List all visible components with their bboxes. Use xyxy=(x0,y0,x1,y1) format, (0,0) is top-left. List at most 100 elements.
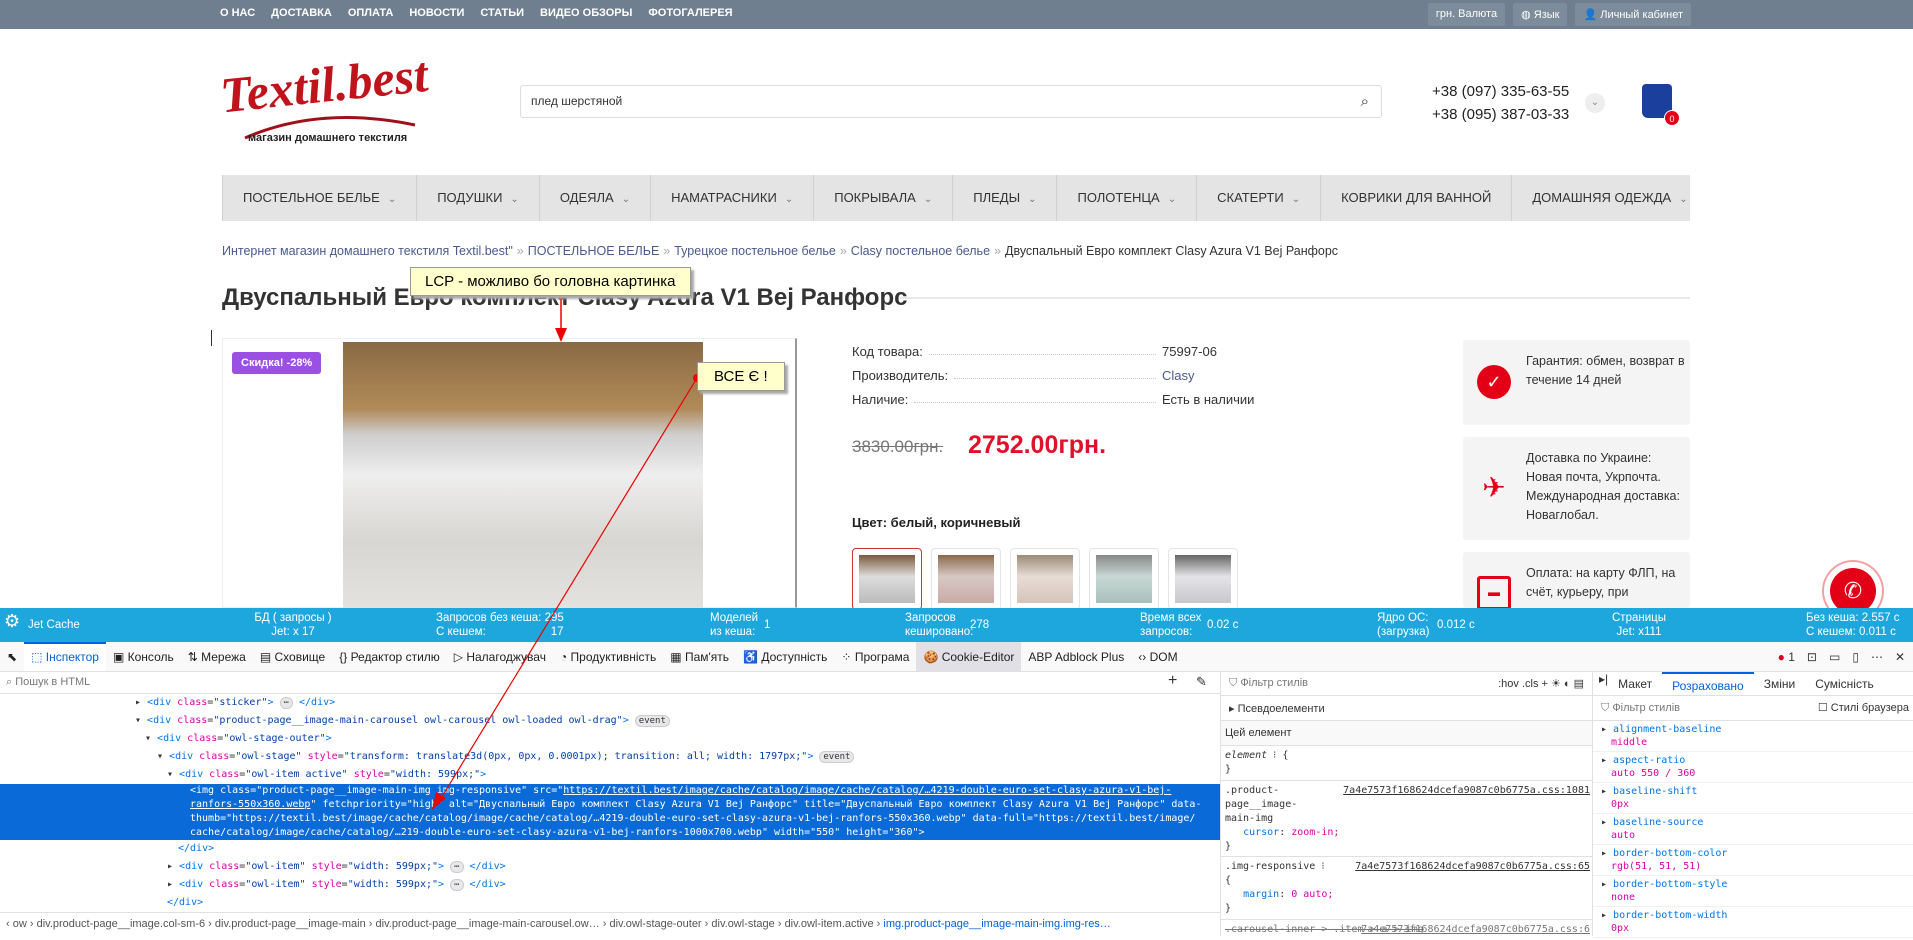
expand-icon[interactable]: ▸ xyxy=(1601,910,1613,921)
product-main-image[interactable] xyxy=(343,342,703,608)
breadcrumb-item[interactable]: Турецкое постельное белье xyxy=(674,244,836,258)
computed-tab[interactable]: Сумісність xyxy=(1805,672,1884,695)
node-crumb[interactable]: div.product-page__image-main xyxy=(215,918,366,930)
close-icon[interactable]: ✕ xyxy=(1895,650,1905,664)
tree-node[interactable]: </div> xyxy=(0,840,1220,858)
expand-icon[interactable]: ▸ xyxy=(1601,848,1613,859)
computed-property[interactable]: ▸ baseline-shift 0px xyxy=(1593,783,1913,814)
computed-tab[interactable]: Макет xyxy=(1608,672,1662,695)
search-icon[interactable]: ⌕ xyxy=(1361,93,1369,110)
expand-icon[interactable]: ▸ xyxy=(1601,755,1613,766)
tree-node[interactable]: ▸ <div class="owl-item" style="width: 59… xyxy=(0,858,1220,876)
node-crumb[interactable]: ow xyxy=(13,918,27,930)
color-thumb[interactable] xyxy=(1168,548,1238,610)
computed-property[interactable]: ▸ aspect-ratio auto 550 / 360 xyxy=(1593,752,1913,783)
tree-node-owl-stage[interactable]: ▾ <div class="owl-stage" style="transfor… xyxy=(0,748,1220,766)
node-crumb[interactable]: div.owl-item.active xyxy=(785,918,874,930)
nav-item[interactable]: ПОДУШКИ ⌄ xyxy=(416,175,539,221)
tab-storage[interactable]: ▤ Сховище xyxy=(253,642,332,671)
account-button[interactable]: 👤 Личный кабинет xyxy=(1575,3,1691,26)
tab-performance[interactable]: ◔ Продуктивність xyxy=(553,642,663,671)
nav-item[interactable]: ПЛЕДЫ ⌄ xyxy=(952,175,1056,221)
html-search-input[interactable]: ⌕ Пошук в HTML xyxy=(0,672,1220,694)
nav-item[interactable]: ДОМАШНЯЯ ОДЕЖДА ⌄ xyxy=(1511,175,1707,221)
breadcrumb-item[interactable]: ПОСТЕЛЬНОЕ БЕЛЬЕ xyxy=(528,244,660,258)
cart-icon[interactable]: 0 xyxy=(1642,84,1680,126)
maker-link[interactable]: Clasy xyxy=(1162,368,1272,383)
expand-icon[interactable]: ▸ xyxy=(1601,724,1613,735)
tab-debugger[interactable]: ▷ Налагоджувач xyxy=(447,642,553,671)
pick-element-icon[interactable]: ⬉ xyxy=(0,642,24,671)
tree-node[interactable]: ▸ <div class="owl-item" style="width: 59… xyxy=(0,876,1220,894)
responsive-icon[interactable]: ▯ xyxy=(1852,650,1859,664)
rule-overridden[interactable]: .carousel-inner > .item > a > img 7a4e757… xyxy=(1221,920,1592,940)
tab-style-editor[interactable]: {} Редактор стилю xyxy=(332,642,447,671)
topbar-link[interactable]: ВИДЕО ОБЗОРЫ xyxy=(540,7,632,19)
computed-property[interactable]: ▸ border-bottom-width 0px xyxy=(1593,907,1913,938)
scroll-left-icon[interactable]: ‹ xyxy=(6,918,13,930)
nav-item[interactable]: ПОКРЫВАЛА ⌄ xyxy=(813,175,952,221)
tree-node[interactable]: ▾ <div class="product-page__image-main-c… xyxy=(0,712,1220,730)
currency-button[interactable]: грн. Валюта xyxy=(1427,3,1506,26)
node-crumb[interactable]: div.product-page__image-main-carousel.ow… xyxy=(376,918,600,930)
screenshot-icon[interactable]: ⊡ xyxy=(1807,650,1817,664)
language-button[interactable]: ◍ Язык xyxy=(1513,3,1568,26)
expand-icon[interactable]: ▸ xyxy=(1601,879,1613,890)
topbar-link[interactable]: СТАТЬИ xyxy=(480,7,524,19)
nav-item[interactable]: ПОЛОТЕНЦА ⌄ xyxy=(1056,175,1196,221)
tab-accessibility[interactable]: ♿ Доступність xyxy=(736,642,834,671)
computed-tab[interactable]: Зміни xyxy=(1754,672,1806,695)
tab-memory[interactable]: ▦ Пам'ять xyxy=(663,642,736,671)
computed-property[interactable]: ▸ border-bottom-color rgb(51, 51, 51) xyxy=(1593,845,1913,876)
nav-item[interactable]: СКАТЕРТИ ⌄ xyxy=(1196,175,1320,221)
search-input[interactable]: плед шерстяной ⌕ xyxy=(520,85,1382,118)
expand-icon[interactable]: ▸ xyxy=(1601,786,1613,797)
expand-icon[interactable]: ▸ xyxy=(1601,817,1613,828)
tab-dom[interactable]: ‹› DOM xyxy=(1131,642,1184,671)
add-node-icon[interactable]: + xyxy=(1168,672,1177,690)
node-crumb[interactable]: div.product-page__image.col-sm-6 xyxy=(37,918,206,930)
color-thumb[interactable] xyxy=(1089,548,1159,610)
node-crumb[interactable]: div.owl-stage-outer xyxy=(609,918,701,930)
color-thumb[interactable] xyxy=(931,548,1001,610)
nav-item[interactable]: КОВРИКИ ДЛЯ ВАННОЙ xyxy=(1320,175,1511,221)
rule-element[interactable]: element ⁝ {} xyxy=(1221,746,1592,781)
selected-node[interactable]: <img class="product-page__image-main-img… xyxy=(0,784,1220,840)
node-crumb[interactable]: div.owl-stage xyxy=(711,918,774,930)
color-thumb[interactable] xyxy=(852,548,922,610)
topbar-link[interactable]: ОПЛАТА xyxy=(348,7,394,19)
topbar-link[interactable]: ФОТОГАЛЕРЕЯ xyxy=(648,7,732,19)
tab-inspector[interactable]: ⬚ Інспектор xyxy=(24,642,106,671)
browser-styles-checkbox[interactable]: ☐ Стилі браузера xyxy=(1818,701,1909,714)
tab-cookie-editor[interactable]: 🍪 Cookie-Editor xyxy=(916,642,1022,671)
nav-item[interactable]: ОДЕЯЛА ⌄ xyxy=(538,175,650,221)
computed-property[interactable]: ▸ alignment-baseline middle xyxy=(1593,721,1913,752)
rule[interactable]: .img-responsive ⁝ 7a4e7573f168624dcefa908… xyxy=(1221,857,1592,920)
color-thumb[interactable] xyxy=(1010,548,1080,610)
nav-item[interactable]: НАМАТРАСНИКИ ⌄ xyxy=(650,175,813,221)
chevron-down-icon[interactable]: ⌄ xyxy=(1585,93,1605,113)
eyedropper-icon[interactable]: ✎ xyxy=(1196,674,1207,690)
tree-node[interactable]: </div> xyxy=(0,894,1220,912)
tree-node[interactable]: ▸ <div class="sticker"> ⋯ </div> xyxy=(0,694,1220,712)
error-count[interactable]: ● 1 xyxy=(1778,650,1795,664)
tab-console[interactable]: ▣ Консоль xyxy=(106,642,181,671)
tree-node[interactable]: ▾ <div class="owl-stage-outer"> xyxy=(0,730,1220,748)
rule[interactable]: .product-page__image-main-img 7a4e7573f16… xyxy=(1221,781,1592,857)
computed-filter[interactable]: ⛉ Фільтр стилів ☐ Стилі браузера xyxy=(1593,696,1913,721)
topbar-link[interactable]: О НАС xyxy=(220,7,255,19)
pseudo-elements[interactable]: ▸ Псевдоелементи xyxy=(1221,696,1592,721)
node-crumb[interactable]: img.product-page__image-main-img.img-res… xyxy=(883,918,1110,930)
breadcrumb-item[interactable]: Clasy постельное белье xyxy=(851,244,990,258)
computed-property[interactable]: ▸ baseline-source auto xyxy=(1593,814,1913,845)
styles-filter[interactable]: ⛉ Фільтр стилів:hov .cls + ☀ ◐ ▤ xyxy=(1221,672,1592,696)
tab-application[interactable]: ⁘ Програма xyxy=(834,642,916,671)
breadcrumb-item[interactable]: Интернет магазин домашнего текстиля Text… xyxy=(222,244,513,258)
computed-property[interactable]: ▸ border-bottom-style none xyxy=(1593,876,1913,907)
computed-tab[interactable]: Розраховано xyxy=(1662,672,1754,695)
logo[interactable]: Textil.best магазин домашнего текстиля xyxy=(218,46,460,150)
jet-cache-name[interactable]: Jet Cache xyxy=(28,618,80,632)
phone-2[interactable]: +38 (095) 387-03-33 xyxy=(1432,103,1569,126)
nav-item[interactable]: ПОСТЕЛЬНОЕ БЕЛЬЕ ⌄ xyxy=(222,175,416,221)
tab-network[interactable]: ⇅ Мережа xyxy=(181,642,253,671)
